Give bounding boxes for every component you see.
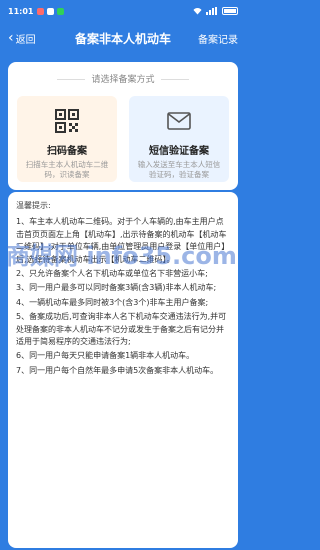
scan-register-label: 扫码备案 xyxy=(47,146,87,157)
sms-register-desc: 输入发送至车主本人短信验证码，验证备案 xyxy=(137,160,221,180)
tip-item: 1、车主本人机动车二维码。对于个人车辆的,由车主用户点击首页页面左上角【机动车】… xyxy=(16,217,230,264)
qr-code-icon xyxy=(55,109,79,133)
scan-register-desc: 扫描车主本人机动车二维码，识读备案 xyxy=(25,160,109,180)
signal-icon xyxy=(206,7,218,15)
tip-item: 6、同一用户每天只能申请备案1辆非本人机动车。 xyxy=(16,351,195,361)
envelope-icon xyxy=(167,112,191,130)
wifi-icon xyxy=(193,7,202,15)
back-label: 返回 xyxy=(15,34,36,46)
top-nav-bar: ‹ 返回 备案非本人机动车 备案记录 xyxy=(0,22,246,54)
tip-item: 2、只允许备案个人名下机动车或单位名下非营运小车; xyxy=(16,268,208,278)
chevron-left-icon: ‹ xyxy=(8,30,14,46)
system-icons xyxy=(193,7,238,15)
tip-item: 7、同一用户每个自然年最多申请5次备案非本人机动车。 xyxy=(16,365,219,375)
sms-register-label: 短信验证备案 xyxy=(149,146,209,157)
tip-item: 5、备案成功后,可查询非本人名下机动车交通违法行为,并可处理备案的非本人机动车不… xyxy=(16,312,227,346)
scan-register-option[interactable]: 扫码备案 扫描车主本人机动车二维码，识读备案 xyxy=(17,96,117,182)
tips-heading: 温馨提示: xyxy=(16,201,51,210)
status-time: 11:01 xyxy=(8,6,34,16)
method-card: 请选择备案方式 扫码备案 扫描车主本人机动车二维码，识读备案 短信验证备案 输入… xyxy=(8,62,238,190)
tip-item: 3、同一用户最多可以同时备案3辆(含3辆)非本人机动车; xyxy=(16,283,217,293)
tips-panel: 温馨提示: 1、车主本人机动车二维码。对于个人车辆的,由车主用户点击首页页面左上… xyxy=(8,192,238,548)
app-notification-icon xyxy=(57,7,65,15)
app-notification-icon xyxy=(37,7,45,15)
notification-icons xyxy=(37,7,65,15)
records-button[interactable]: 备案记录 xyxy=(198,31,238,46)
status-bar: 11:01 xyxy=(0,0,246,22)
method-title: 请选择备案方式 xyxy=(8,72,238,85)
battery-icon xyxy=(222,7,238,15)
sms-register-option[interactable]: 短信验证备案 输入发送至车主本人短信验证码，验证备案 xyxy=(129,96,229,182)
tip-item: 4、一辆机动车最多同时被3个(含3个)非车主用户备案; xyxy=(16,297,209,307)
app-notification-icon xyxy=(47,7,55,15)
back-button[interactable]: ‹ 返回 xyxy=(8,31,36,46)
